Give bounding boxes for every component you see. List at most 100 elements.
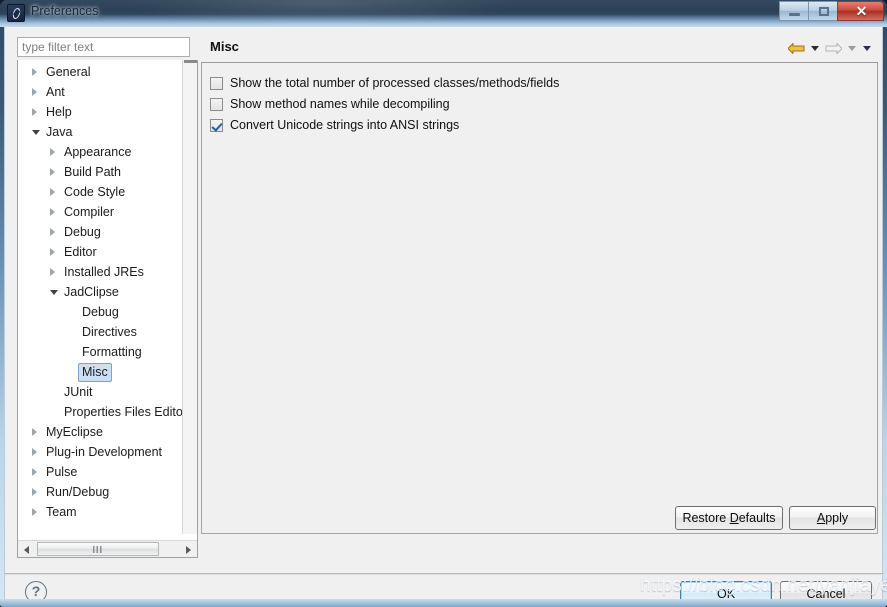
twisty-expanded-icon[interactable] bbox=[50, 290, 58, 295]
window-controls: ✕ bbox=[779, 1, 884, 22]
preferences-window: Preferences ✕ General Ant Help Java Appearan… bbox=[0, 0, 887, 607]
option-label-3: Convert Unicode strings into ANSI string… bbox=[230, 118, 460, 132]
option-row-3[interactable]: Convert Unicode strings into ANSI string… bbox=[210, 115, 459, 135]
tree-item-label: JadClipse bbox=[64, 285, 119, 299]
tree-item-label: Pulse bbox=[46, 465, 78, 479]
tree-vertical-scrollbar-thumb[interactable] bbox=[184, 60, 197, 63]
tree-item-appearance[interactable]: Appearance bbox=[18, 142, 182, 162]
close-icon: ✕ bbox=[855, 3, 868, 19]
tree-item-junit[interactable]: JUnit bbox=[18, 382, 182, 402]
tree-item-debug[interactable]: Debug bbox=[18, 222, 182, 242]
close-button[interactable]: ✕ bbox=[837, 1, 884, 21]
twisty-collapsed-icon[interactable] bbox=[50, 188, 55, 196]
scroll-right-arrow-icon[interactable] bbox=[180, 541, 197, 557]
tree-horizontal-scrollbar-thumb[interactable] bbox=[37, 542, 159, 556]
tree-item-help[interactable]: Help bbox=[18, 102, 182, 122]
twisty-collapsed-icon[interactable] bbox=[32, 108, 37, 116]
tree-item-label: Team bbox=[46, 505, 77, 519]
tree-horizontal-scrollbar[interactable] bbox=[18, 540, 197, 557]
twisty-collapsed-icon[interactable] bbox=[32, 488, 37, 496]
tree-item-label: Properties Files Edito bbox=[64, 405, 182, 419]
tree-item-myeclipse[interactable]: MyEclipse bbox=[18, 422, 182, 442]
maximize-button[interactable] bbox=[808, 1, 838, 21]
tree-item-debug[interactable]: Debug bbox=[18, 302, 182, 322]
twisty-collapsed-icon[interactable] bbox=[32, 508, 37, 516]
tree-item-team[interactable]: Team bbox=[18, 502, 182, 522]
back-arrow-icon[interactable] bbox=[786, 39, 807, 57]
tree-item-properties-files-edito[interactable]: Properties Files Edito bbox=[18, 402, 182, 422]
tree-item-label: Installed JREs bbox=[64, 265, 144, 279]
twisty-collapsed-icon[interactable] bbox=[50, 248, 55, 256]
checkbox-2-unchecked-icon[interactable] bbox=[210, 97, 223, 111]
tree-item-label: Directives bbox=[82, 325, 137, 339]
footer-separator bbox=[5, 573, 884, 575]
filter-input[interactable] bbox=[17, 37, 190, 57]
tree-item-run-debug[interactable]: Run/Debug bbox=[18, 482, 182, 502]
tree-item-label: Appearance bbox=[64, 145, 132, 159]
twisty-collapsed-icon[interactable] bbox=[50, 168, 55, 176]
tree-item-installed-jres[interactable]: Installed JREs bbox=[18, 262, 182, 282]
tree-item-label: Misc bbox=[78, 363, 112, 382]
tree-item-ant[interactable]: Ant bbox=[18, 82, 182, 102]
tree-item-build-path[interactable]: Build Path bbox=[18, 162, 182, 182]
tree-item-label: Editor bbox=[64, 245, 97, 259]
scroll-left-arrow-icon[interactable] bbox=[18, 541, 35, 557]
tree-item-label: JUnit bbox=[64, 385, 93, 399]
restore-defaults-button[interactable]: Restore Defaults bbox=[675, 506, 783, 530]
apply-button[interactable]: Apply bbox=[789, 506, 876, 530]
tree-item-label: Help bbox=[46, 105, 72, 119]
twisty-collapsed-icon[interactable] bbox=[50, 208, 55, 216]
tree-vertical-scrollbar[interactable] bbox=[182, 60, 197, 534]
preference-tree-panel: General Ant Help Java Appearance Build Path Co… bbox=[11, 34, 198, 564]
option-label-1: Show the total number of processed class… bbox=[230, 76, 560, 90]
window-bottom-frame bbox=[0, 599, 887, 607]
back-history-dropdown-icon[interactable] bbox=[808, 39, 822, 57]
option-row-1[interactable]: Show the total number of processed class… bbox=[210, 73, 559, 93]
forward-history-dropdown-icon[interactable] bbox=[845, 39, 859, 57]
twisty-collapsed-icon[interactable] bbox=[32, 68, 37, 76]
tree-item-general[interactable]: General bbox=[18, 62, 182, 82]
restore-defaults-mnemonic: D bbox=[729, 511, 739, 525]
tree-item-label: Formatting bbox=[82, 345, 142, 359]
preference-tree: General Ant Help Java Appearance Build Path Co… bbox=[17, 60, 198, 558]
option-row-2[interactable]: Show method names while decompiling bbox=[210, 94, 450, 114]
twisty-collapsed-icon[interactable] bbox=[50, 268, 55, 276]
dialog-client-area: General Ant Help Java Appearance Build Path Co… bbox=[4, 27, 884, 606]
option-label-2: Show method names while decompiling bbox=[230, 97, 450, 111]
page-menu-dropdown-icon[interactable] bbox=[860, 39, 874, 57]
apply-label-post: pply bbox=[825, 511, 849, 525]
myeclipse-icon bbox=[7, 4, 25, 22]
page-title: Misc bbox=[210, 39, 239, 54]
tree-item-label: Build Path bbox=[64, 165, 121, 179]
forward-arrow-icon[interactable] bbox=[823, 39, 844, 57]
tree-item-label: Code Style bbox=[64, 185, 126, 199]
title-bar-glow bbox=[120, 0, 520, 27]
tree-item-label: Plug-in Development bbox=[46, 445, 163, 459]
tree-item-jadclipse[interactable]: JadClipse bbox=[18, 282, 182, 302]
tree-item-label: Debug bbox=[64, 225, 101, 239]
tree-item-pulse[interactable]: Pulse bbox=[18, 462, 182, 482]
tree-item-code-style[interactable]: Code Style bbox=[18, 182, 182, 202]
tree-item-label: Java bbox=[46, 125, 73, 139]
tree-item-formatting[interactable]: Formatting bbox=[18, 342, 182, 362]
checkbox-1-unchecked-icon[interactable] bbox=[210, 76, 223, 90]
twisty-collapsed-icon[interactable] bbox=[50, 228, 55, 236]
twisty-collapsed-icon[interactable] bbox=[32, 448, 37, 456]
twisty-collapsed-icon[interactable] bbox=[32, 468, 37, 476]
twisty-collapsed-icon[interactable] bbox=[32, 88, 37, 96]
checkbox-3-checked-icon[interactable] bbox=[210, 118, 223, 132]
tree-item-editor[interactable]: Editor bbox=[18, 242, 182, 262]
title-bar: Preferences ✕ bbox=[0, 0, 887, 27]
twisty-collapsed-icon[interactable] bbox=[50, 148, 55, 156]
tree-scroll-region: General Ant Help Java Appearance Build Path Co… bbox=[18, 60, 182, 534]
tree-item-directives[interactable]: Directives bbox=[18, 322, 182, 342]
twisty-expanded-icon[interactable] bbox=[32, 130, 40, 135]
minimize-button[interactable] bbox=[779, 1, 809, 21]
tree-item-compiler[interactable]: Compiler bbox=[18, 202, 182, 222]
tree-item-label: Debug bbox=[82, 305, 119, 319]
tree-item-java[interactable]: Java bbox=[18, 122, 182, 142]
window-title: Preferences bbox=[31, 4, 99, 18]
twisty-collapsed-icon[interactable] bbox=[32, 428, 37, 436]
tree-item-misc[interactable]: Misc bbox=[18, 362, 182, 382]
tree-item-plug-in-development[interactable]: Plug-in Development bbox=[18, 442, 182, 462]
